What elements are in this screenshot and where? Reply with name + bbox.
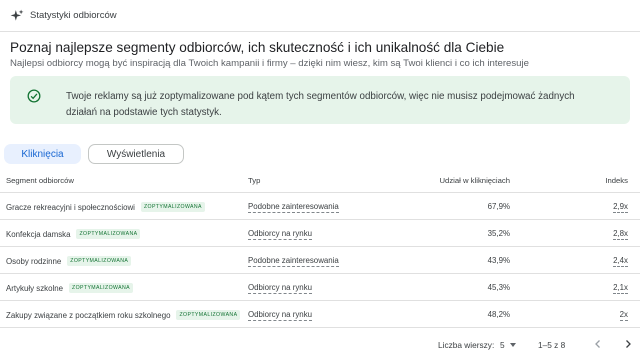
optimized-badge: ZOPTYMALIZOWANA (76, 229, 141, 239)
optimized-badge: ZOPTYMALIZOWANA (176, 310, 241, 320)
segment-type[interactable]: Odbiorcy na rynku (248, 229, 313, 240)
caret-down-icon (509, 343, 516, 347)
segment-name: Konfekcja damska (6, 229, 71, 239)
segment-index[interactable]: 2,8x (613, 229, 628, 240)
segment-index[interactable]: 2,1x (613, 283, 628, 294)
column-header-type[interactable]: Typ (248, 176, 260, 185)
table-row: Konfekcja damska ZOPTYMALIZOWANA Odbiorcy… (0, 220, 640, 247)
optimized-badge: ZOPTYMALIZOWANA (69, 283, 133, 293)
table-header: Segment odbiorców Typ Udział w kliknięci… (0, 168, 640, 193)
segment-index[interactable]: 2x (619, 310, 628, 321)
segment-index[interactable]: 2,4x (613, 256, 628, 267)
segment-name: Gracze rekreacyjni i społecznościowi (6, 202, 135, 212)
column-header-share[interactable]: Udział w kliknięciach (440, 176, 511, 185)
pagination-range: 1–5 z 8 (538, 340, 566, 350)
click-share: 45,3% (487, 283, 510, 292)
header-title: Statystyki odbiorców (30, 10, 117, 21)
column-header-index[interactable]: Indeks (605, 176, 628, 185)
page-subtitle: Najlepsi odbiorcy mogą być inspiracją dl… (10, 58, 529, 69)
sparkle-icon (9, 8, 25, 24)
segment-type[interactable]: Podobne zainteresowania (248, 202, 339, 213)
page-title: Poznaj najlepsze segmenty odbiorców, ich… (10, 40, 505, 55)
segment-name: Zakupy związane z początkiem roku szkoln… (6, 310, 171, 320)
rows-per-page-value: 5 (500, 340, 505, 350)
rows-per-page-select[interactable]: 5 (500, 340, 516, 350)
segment-name: Osoby rodzinne (6, 256, 62, 266)
click-share: 48,2% (487, 310, 510, 319)
table-row: Zakupy związane z początkiem roku szkoln… (0, 301, 640, 328)
click-share: 35,2% (487, 229, 510, 238)
rows-per-page-label: Liczba wierszy: (438, 340, 495, 350)
click-share: 67,9% (487, 202, 510, 211)
click-share: 43,9% (487, 256, 510, 265)
chevron-right-icon[interactable] (620, 336, 636, 352)
segment-name: Artykuły szkolne (6, 283, 64, 293)
column-header-segment[interactable]: Segment odbiorców (6, 176, 74, 185)
segment-type[interactable]: Odbiorcy na rynku (248, 310, 313, 321)
page-header: Statystyki odbiorców (0, 0, 640, 32)
notice-text: Twoje reklamy są już zoptymalizowane pod… (66, 91, 575, 118)
segment-type[interactable]: Podobne zainteresowania (248, 256, 339, 267)
tab-impressions[interactable]: Wyświetlenia (88, 144, 184, 164)
table-row: Gracze rekreacyjni i społecznościowi ZOPT… (0, 193, 640, 220)
optimized-badge: ZOPTYMALIZOWANA (67, 256, 132, 266)
optimized-badge: ZOPTYMALIZOWANA (140, 202, 205, 212)
segment-type[interactable]: Odbiorcy na rynku (248, 283, 313, 294)
table-row: Artykuły szkolne ZOPTYMALIZOWANA Odbiorcy… (0, 274, 640, 301)
metric-tabs: Kliknięcia Wyświetlenia (4, 144, 184, 164)
tab-clicks[interactable]: Kliknięcia (4, 144, 81, 164)
table-row: Osoby rodzinne ZOPTYMALIZOWANA Podobne za… (0, 247, 640, 274)
chevron-left-icon[interactable] (590, 336, 606, 352)
check-circle-icon (27, 89, 41, 103)
pagination-bar: Liczba wierszy: 5 1–5 z 8 (0, 332, 640, 358)
optimization-notice: Twoje reklamy są już zoptymalizowane pod… (10, 76, 630, 124)
segment-index[interactable]: 2,9x (613, 202, 628, 213)
